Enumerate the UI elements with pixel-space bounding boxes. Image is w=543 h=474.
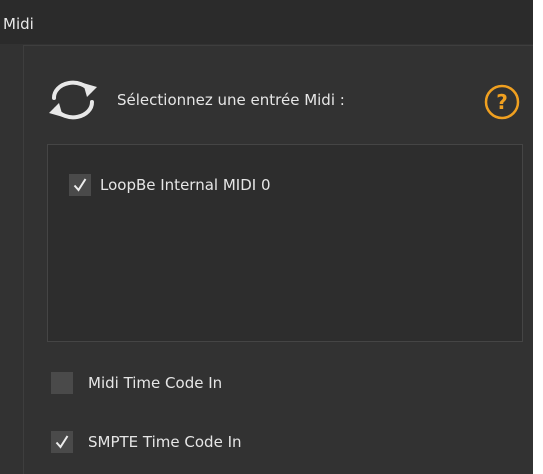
checkmark-icon [73, 178, 87, 192]
mtc-option[interactable]: Midi Time Code In [51, 372, 222, 394]
mtc-checkbox[interactable] [51, 372, 73, 394]
panel-title: Midi [3, 15, 34, 33]
checkmark-icon [55, 435, 69, 449]
refresh-icon[interactable] [46, 75, 100, 125]
device-checkbox[interactable] [69, 174, 91, 196]
help-icon-glyph: ? [496, 90, 508, 114]
midi-panel: Midi Sélectionnez une entrée Midi : ? Lo… [0, 0, 533, 474]
smpte-option[interactable]: SMPTE Time Code In [51, 431, 242, 453]
device-label: LoopBe Internal MIDI 0 [100, 176, 271, 194]
title-bar: Midi [0, 0, 533, 44]
mtc-label: Midi Time Code In [88, 374, 223, 392]
midi-device-item[interactable]: LoopBe Internal MIDI 0 [69, 174, 271, 196]
smpte-checkbox[interactable] [51, 431, 73, 453]
window: Midi Sélectionnez une entrée Midi : ? Lo… [0, 0, 543, 474]
smpte-label: SMPTE Time Code In [88, 433, 242, 451]
select-midi-input-label: Sélectionnez une entrée Midi : [117, 91, 345, 109]
question-mark-icon[interactable]: ? [483, 83, 521, 121]
